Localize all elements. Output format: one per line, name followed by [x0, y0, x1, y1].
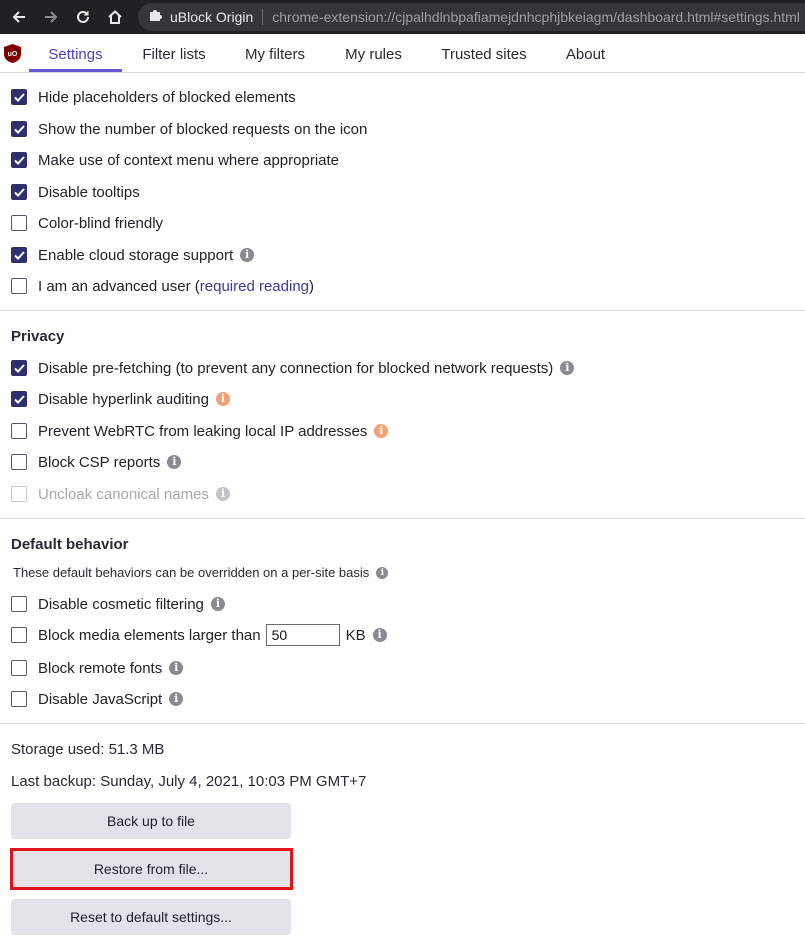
address-divider — [262, 9, 264, 25]
warning-info-icon[interactable]: i — [215, 392, 230, 406]
info-icon[interactable]: i — [240, 248, 255, 262]
checkbox[interactable] — [11, 391, 27, 407]
paren-open: ( — [190, 277, 200, 295]
storage-used: Storage used: 51.3 MB — [11, 741, 165, 758]
checkbox[interactable] — [11, 121, 27, 137]
setting-uncloak-cnames: Uncloak canonical names i — [11, 484, 230, 504]
unit-label: KB — [345, 626, 366, 644]
browser-toolbar: uBlock Origin chrome-extension://cjpalhd… — [0, 0, 805, 34]
setting-label: Disable cosmetic filtering — [38, 595, 204, 613]
url-text: chrome-extension://cjpalhdlnbpafiamejdnh… — [272, 9, 800, 25]
setting-disable-cosmetic[interactable]: Disable cosmetic filtering i — [11, 594, 225, 614]
home-icon[interactable] — [100, 0, 130, 34]
setting-hyperlink-auditing[interactable]: Disable hyperlink auditing i — [11, 389, 230, 409]
last-backup: Last backup: Sunday, July 4, 2021, 10:03… — [11, 773, 367, 790]
setting-color-blind[interactable]: Color-blind friendly — [11, 213, 163, 233]
highlight-box — [10, 848, 293, 890]
setting-label: Show the number of blocked requests on t… — [38, 120, 368, 138]
info-icon[interactable]: i — [169, 692, 184, 706]
privacy-heading: Privacy — [11, 328, 65, 345]
setting-webrtc[interactable]: Prevent WebRTC from leaking local IP add… — [11, 421, 389, 441]
info-icon[interactable]: i — [560, 361, 575, 375]
info-icon[interactable]: i — [169, 661, 184, 675]
setting-label: Block media elements larger than — [38, 626, 261, 644]
setting-label: Block CSP reports — [38, 453, 161, 471]
setting-label: Uncloak canonical names — [38, 485, 209, 503]
setting-disable-javascript[interactable]: Disable JavaScript i — [11, 689, 184, 709]
extension-name: uBlock Origin — [170, 9, 254, 25]
default-behavior-heading: Default behavior — [11, 536, 129, 553]
media-size-input[interactable] — [265, 624, 340, 646]
tab-settings[interactable]: Settings — [29, 34, 122, 72]
checkbox — [11, 486, 27, 502]
required-reading-link[interactable]: required reading — [200, 278, 309, 295]
checkbox[interactable] — [11, 215, 27, 231]
reload-icon[interactable] — [68, 0, 98, 34]
setting-block-remote-fonts[interactable]: Block remote fonts i — [11, 658, 184, 678]
section-divider — [0, 518, 805, 519]
checkbox[interactable] — [11, 423, 27, 439]
setting-disable-prefetching[interactable]: Disable pre-fetching (to prevent any con… — [11, 358, 575, 378]
checkbox[interactable] — [11, 184, 27, 200]
setting-label: Disable tooltips — [38, 183, 140, 201]
svg-text:uO: uO — [8, 51, 18, 58]
checkbox[interactable] — [11, 660, 27, 676]
setting-label: Block remote fonts — [38, 659, 163, 677]
reset-button[interactable]: Reset to default settings... — [11, 899, 291, 935]
checkbox[interactable] — [11, 152, 27, 168]
puzzle-icon — [148, 8, 162, 27]
setting-cloud-storage[interactable]: Enable cloud storage support i — [11, 245, 255, 265]
tab-trusted-sites[interactable]: Trusted sites — [432, 34, 536, 72]
info-icon[interactable]: i — [215, 487, 230, 501]
setting-block-csp[interactable]: Block CSP reports i — [11, 452, 182, 472]
info-icon[interactable]: i — [210, 597, 225, 611]
setting-context-menu[interactable]: Make use of context menu where appropria… — [11, 150, 339, 170]
setting-show-blocked-count[interactable]: Show the number of blocked requests on t… — [11, 119, 367, 139]
tab-filter-lists[interactable]: Filter lists — [131, 34, 217, 72]
back-arrow-icon[interactable] — [4, 0, 34, 34]
setting-label: Hide placeholders of blocked elements — [38, 88, 296, 106]
address-bar[interactable]: uBlock Origin chrome-extension://cjpalhd… — [138, 3, 805, 31]
checkbox[interactable] — [11, 278, 27, 294]
tab-my-rules[interactable]: My rules — [338, 34, 409, 72]
setting-label: Disable JavaScript — [38, 690, 163, 708]
tab-about[interactable]: About — [558, 34, 613, 72]
checkbox[interactable] — [11, 691, 27, 707]
checkbox[interactable] — [11, 360, 27, 376]
ublock-logo-icon: uO — [4, 44, 21, 63]
setting-label: Disable pre-fetching (to prevent any con… — [38, 359, 554, 377]
info-icon[interactable]: i — [372, 628, 387, 642]
section-divider — [0, 310, 805, 311]
section-divider — [0, 723, 805, 724]
setting-block-media[interactable]: Block media elements larger than KB i — [11, 624, 387, 646]
default-behavior-note: These default behaviors can be overridde… — [13, 565, 389, 580]
dashboard-tabs: uO Settings Filter lists My filters My r… — [0, 34, 805, 73]
note-text: These default behaviors can be overridde… — [13, 565, 370, 580]
setting-advanced-user[interactable]: I am an advanced user (required reading) — [11, 276, 314, 296]
info-icon[interactable]: i — [167, 455, 182, 469]
checkbox[interactable] — [11, 596, 27, 612]
checkbox[interactable] — [11, 627, 27, 643]
forward-arrow-icon[interactable] — [36, 0, 66, 34]
backup-button[interactable]: Back up to file — [11, 803, 291, 839]
setting-label: Color-blind friendly — [38, 214, 164, 232]
setting-label: Prevent WebRTC from leaking local IP add… — [38, 422, 368, 440]
tab-my-filters[interactable]: My filters — [235, 34, 315, 72]
checkbox[interactable] — [11, 454, 27, 470]
warning-info-icon[interactable]: i — [374, 424, 389, 438]
setting-label: I am an advanced user — [38, 277, 191, 295]
info-icon[interactable]: i — [376, 566, 389, 579]
setting-label: Make use of context menu where appropria… — [38, 151, 340, 169]
paren-close: ) — [309, 277, 315, 295]
checkbox[interactable] — [11, 247, 27, 263]
setting-label: Enable cloud storage support — [38, 246, 234, 264]
setting-label: Disable hyperlink auditing — [38, 390, 209, 408]
checkbox[interactable] — [11, 89, 27, 105]
setting-hide-placeholders[interactable]: Hide placeholders of blocked elements — [11, 87, 296, 107]
setting-disable-tooltips[interactable]: Disable tooltips — [11, 182, 140, 202]
